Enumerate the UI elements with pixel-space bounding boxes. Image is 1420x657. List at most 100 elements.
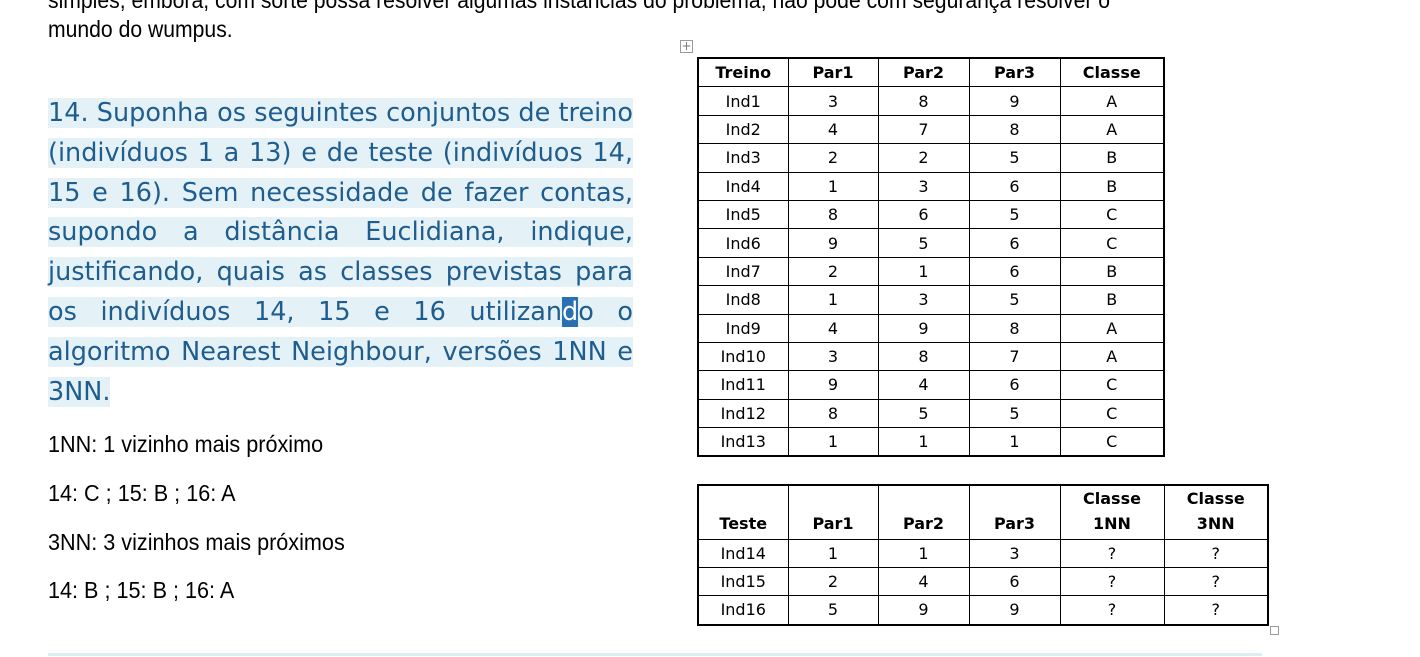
table-cell: 9 (877, 595, 970, 626)
table-cell: B (1059, 143, 1165, 173)
table-cell: 3 (877, 285, 970, 315)
table-cell: 9 (877, 313, 970, 343)
table-cell: Ind14 (697, 538, 789, 569)
table-row: Ind4 1 3 6 B (697, 171, 1165, 201)
table-row: Ind5 8 6 5 C (697, 199, 1165, 230)
table-cell: ? (1059, 567, 1165, 597)
table-row: Ind9 4 9 8 A (697, 313, 1165, 343)
table-cell: Ind6 (697, 228, 789, 258)
table-cell: B (1059, 285, 1165, 315)
table-cell: A (1059, 86, 1165, 116)
table-cell: Ind10 (697, 341, 789, 372)
table-cell: 3 (877, 171, 970, 201)
answer-1nn-values: 14: C ; 15: B ; 16: A (48, 480, 236, 506)
table-cell: 5 (968, 285, 1061, 315)
table-cell: 7 (968, 341, 1061, 372)
table-cell: Ind7 (697, 256, 789, 287)
table-row: Ind15 2 4 6?? (697, 567, 1269, 597)
table-cell: 2 (787, 256, 879, 287)
table-cell: 9 (787, 228, 879, 258)
table-cell: 8 (968, 313, 1061, 343)
table-cell: 8 (968, 114, 1061, 145)
table-cell: B (1059, 171, 1165, 201)
table-cell: 4 (787, 313, 879, 343)
table-cell: Ind8 (697, 285, 789, 315)
table-cell: Ind9 (697, 313, 789, 343)
table-cell: ? (1059, 538, 1165, 569)
table-cell: 1 (787, 285, 879, 315)
table-cell: 5 (877, 398, 970, 429)
table-cell: 1 (787, 171, 879, 201)
move-icon[interactable]: + (680, 40, 693, 53)
table-cell: Ind12 (697, 398, 789, 429)
table-cell: ? (1163, 595, 1269, 626)
table-cell: 8 (787, 199, 879, 230)
table-cell: Ind11 (697, 370, 789, 400)
table-cell: 9 (968, 86, 1061, 116)
clipped-text-line: simples, embora, com sorte possa resolve… (48, 0, 1111, 13)
table-cell: ? (1163, 538, 1269, 569)
table-cell: 1 (787, 427, 879, 457)
table-row: Ind6 9 5 6 C (697, 228, 1165, 258)
table-cell: 4 (877, 370, 970, 400)
table-cell: 5 (877, 228, 970, 258)
table-row: Ind12 8 5 5 C (697, 398, 1165, 429)
table-cell: 6 (968, 370, 1061, 400)
table-cell: 1 (877, 538, 970, 569)
table-cell: C (1059, 427, 1165, 457)
table-cell: Ind1 (697, 86, 789, 116)
test-table: Teste Par1 Par2 Par3 Classe 1NN Classe 3NN In… (697, 484, 1269, 626)
table-cell: 9 (787, 370, 879, 400)
table-cell: 3 (968, 538, 1061, 569)
answer-1nn-heading: 1NN: 1 vizinho mais próximo (48, 431, 324, 457)
table-cell: 6 (877, 199, 970, 230)
table-cell: 7 (877, 114, 970, 145)
section-divider (48, 653, 1262, 656)
table-cell: 6 (968, 567, 1061, 597)
table-cell: 6 (968, 256, 1061, 287)
table-cell: Ind2 (697, 114, 789, 145)
previous-paragraph-end: mundo do wumpus. (48, 16, 233, 42)
answer-3nn-heading: 3NN: 3 vizinhos mais próximos (48, 529, 345, 555)
column-header: Treino (697, 57, 789, 88)
table-cell: C (1059, 398, 1165, 429)
table-cell: A (1059, 341, 1165, 372)
table-cell: A (1059, 114, 1165, 145)
table-row: Ind2 4 7 8 A (697, 114, 1165, 145)
table-cell: 2 (787, 143, 879, 173)
question-text-selected: 14. Suponha os seguintes conjuntos de tr… (48, 98, 633, 327)
table-row: Ind1 3 8 9 A (697, 86, 1165, 116)
table-cell: C (1059, 228, 1165, 258)
table-cell: 5 (968, 398, 1061, 429)
table-row: Ind13 1 1 1 C (697, 427, 1165, 457)
table-cell: 1 (968, 427, 1061, 457)
table-cell: 8 (877, 341, 970, 372)
column-header: Teste (697, 484, 789, 540)
column-header: Classe (1059, 57, 1165, 88)
table-cell: 4 (877, 567, 970, 597)
table-cell: 2 (787, 567, 879, 597)
table-cell: 2 (877, 143, 970, 173)
table-row: Ind16 5 9 9?? (697, 595, 1269, 626)
column-header: Classe 3NN (1163, 484, 1269, 540)
table-cell: C (1059, 370, 1165, 400)
table-cell: 3 (787, 86, 879, 116)
table-cell: 6 (968, 171, 1061, 201)
resize-handle-icon[interactable] (1270, 626, 1279, 635)
answer-3nn-values: 14: B ; 15: B ; 16: A (48, 577, 235, 603)
table-row: Ind14 1 1 3?? (697, 538, 1269, 569)
column-header: Par1 (787, 484, 879, 540)
table-cell: Ind15 (697, 567, 789, 597)
table-cell: 6 (968, 228, 1061, 258)
table-cell: C (1059, 199, 1165, 230)
column-header: Par3 (968, 484, 1061, 540)
column-header: Par2 (877, 484, 970, 540)
column-header: Par3 (968, 57, 1061, 88)
question-paragraph[interactable]: 14. Suponha os seguintes conjuntos de tr… (48, 94, 633, 412)
table-cell: 8 (787, 398, 879, 429)
table-cell: 5 (968, 199, 1061, 230)
train-table: Treino Par1 Par2 Par3 Classe Ind1 3 8 9 A Ind2 4 7 8… (697, 57, 1165, 458)
table-row: Ind11 9 4 6 C (697, 370, 1165, 400)
table-row: Ind10 3 8 7 A (697, 341, 1165, 372)
column-header: Par1 (787, 57, 879, 88)
